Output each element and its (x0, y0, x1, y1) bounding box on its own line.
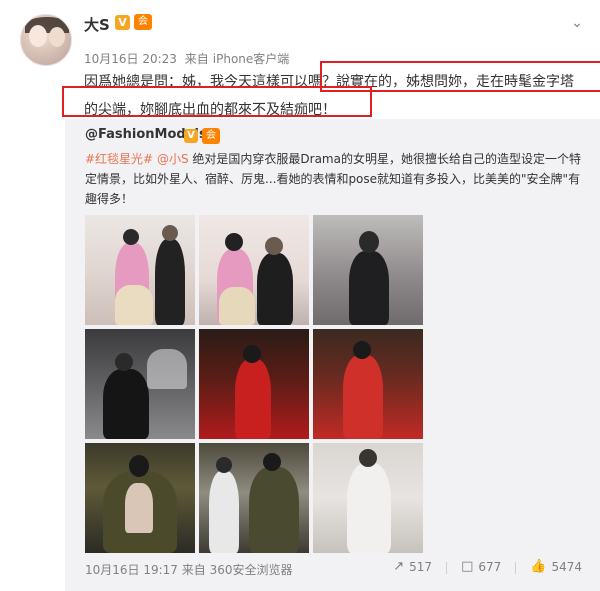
figure-head (353, 341, 371, 359)
share-count: 517 (409, 559, 433, 574)
repost-verified-badge-icon: V (184, 129, 198, 143)
photo-thumbnail[interactable] (199, 443, 309, 553)
share-button[interactable]: ↗ 517 (393, 559, 432, 574)
repost-source[interactable]: 360安全浏览器 (210, 563, 293, 577)
figure-head (359, 231, 379, 253)
verified-badge-icon: V (115, 15, 130, 30)
figure-head (263, 453, 281, 471)
avatar-face-right (49, 27, 65, 47)
figure-head (359, 449, 377, 467)
photo-thumbnail[interactable] (85, 215, 195, 325)
annotation-box-2 (62, 86, 372, 117)
avatar-face-left (29, 25, 47, 47)
figure-shape (125, 483, 153, 533)
photo-thumbnail[interactable] (199, 215, 309, 325)
photo-thumbnail[interactable] (85, 329, 195, 439)
avatar[interactable] (20, 14, 72, 66)
figure-head (129, 455, 149, 477)
figure-head (265, 237, 283, 255)
mention-link[interactable]: @小S (157, 152, 189, 166)
figure-head (115, 353, 133, 371)
figure-shape (209, 471, 239, 553)
repost-block: @FashionModels V 会 #红毯星光# @小S 绝对是国内穿衣服最D… (65, 119, 600, 591)
figure-head (225, 233, 243, 251)
figure-shape (219, 287, 255, 325)
figure-shape (249, 467, 299, 553)
post-source[interactable]: iPhone客户端 (213, 52, 290, 66)
figure-head (162, 225, 178, 241)
vip-badge-icon: 会 (134, 14, 152, 30)
like-icon: 👍 (530, 559, 547, 574)
photo-grid (85, 215, 425, 555)
divider (446, 562, 448, 574)
comment-count: 677 (478, 559, 502, 574)
like-count: 5474 (551, 559, 582, 574)
photo-thumbnail[interactable] (313, 215, 423, 325)
repost-timestamp[interactable]: 10月16日 19:17 (85, 563, 178, 577)
repost-meta: 10月16日 19:17 来自 360安全浏览器 (85, 561, 293, 578)
repost-text: #红毯星光# @小S 绝对是国内穿衣服最Drama的女明星，她很擅长给自己的造型… (85, 149, 590, 209)
figure-shape (257, 253, 293, 325)
post-source-prefix: 来自 (184, 52, 209, 66)
like-button[interactable]: 👍 5474 (530, 559, 582, 574)
photo-thumbnail[interactable] (85, 443, 195, 553)
figure-shape (155, 239, 185, 325)
figure-shape (115, 285, 153, 325)
chevron-down-icon[interactable]: ⌄ (568, 14, 586, 32)
post-meta: 10月16日 20:23 来自 iPhone客户端 (84, 50, 293, 67)
photo-thumbnail[interactable] (199, 329, 309, 439)
photo-thumbnail[interactable] (313, 443, 423, 553)
repost-actions: ↗ 517 □ 677 👍 5474 (379, 559, 582, 574)
username[interactable]: 大S (84, 14, 110, 35)
figure-shape (343, 355, 383, 439)
weibo-post-card: 大S V 会 ⌄ 10月16日 20:23 来自 iPhone客户端 因爲她總是問… (0, 0, 600, 591)
repost-source-prefix: 来自 (181, 563, 206, 577)
divider (515, 562, 517, 574)
figure-shape (147, 349, 187, 389)
figure-head (243, 345, 261, 363)
photo-thumbnail[interactable] (313, 329, 423, 439)
comment-icon: □ (461, 559, 474, 574)
figure-head (216, 457, 232, 473)
topic-tag-link[interactable]: #红毯星光# (85, 152, 153, 166)
post-timestamp[interactable]: 10月16日 20:23 (84, 52, 177, 66)
comment-button[interactable]: □ 677 (461, 559, 501, 574)
figure-shape (235, 359, 271, 439)
figure-shape (103, 369, 149, 439)
figure-shape (349, 251, 389, 325)
figure-head (123, 229, 139, 245)
share-icon: ↗ (393, 559, 405, 574)
repost-vip-badge-icon: 会 (202, 128, 220, 144)
figure-shape (347, 463, 391, 553)
